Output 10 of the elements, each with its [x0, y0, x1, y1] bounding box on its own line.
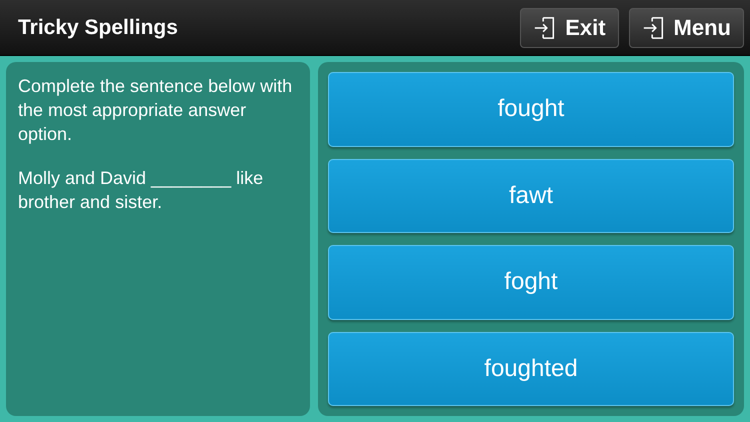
answer-button[interactable]: fawt — [328, 158, 734, 233]
answer-button[interactable]: foughted — [328, 332, 734, 406]
nav-button[interactable]: Exit — [520, 8, 619, 48]
app-title: Tricky Spellings — [18, 16, 178, 40]
answer-button[interactable]: foght — [328, 245, 734, 320]
question-sentence: Molly and David ________ like brother and sister. — [18, 167, 264, 214]
instruction-text: Complete the sentence below with the most appropriate answer option. — [18, 75, 294, 146]
answer-button[interactable]: fought — [328, 72, 734, 146]
sign-in-icon — [642, 16, 666, 40]
nav-button[interactable]: Menu — [628, 8, 744, 48]
